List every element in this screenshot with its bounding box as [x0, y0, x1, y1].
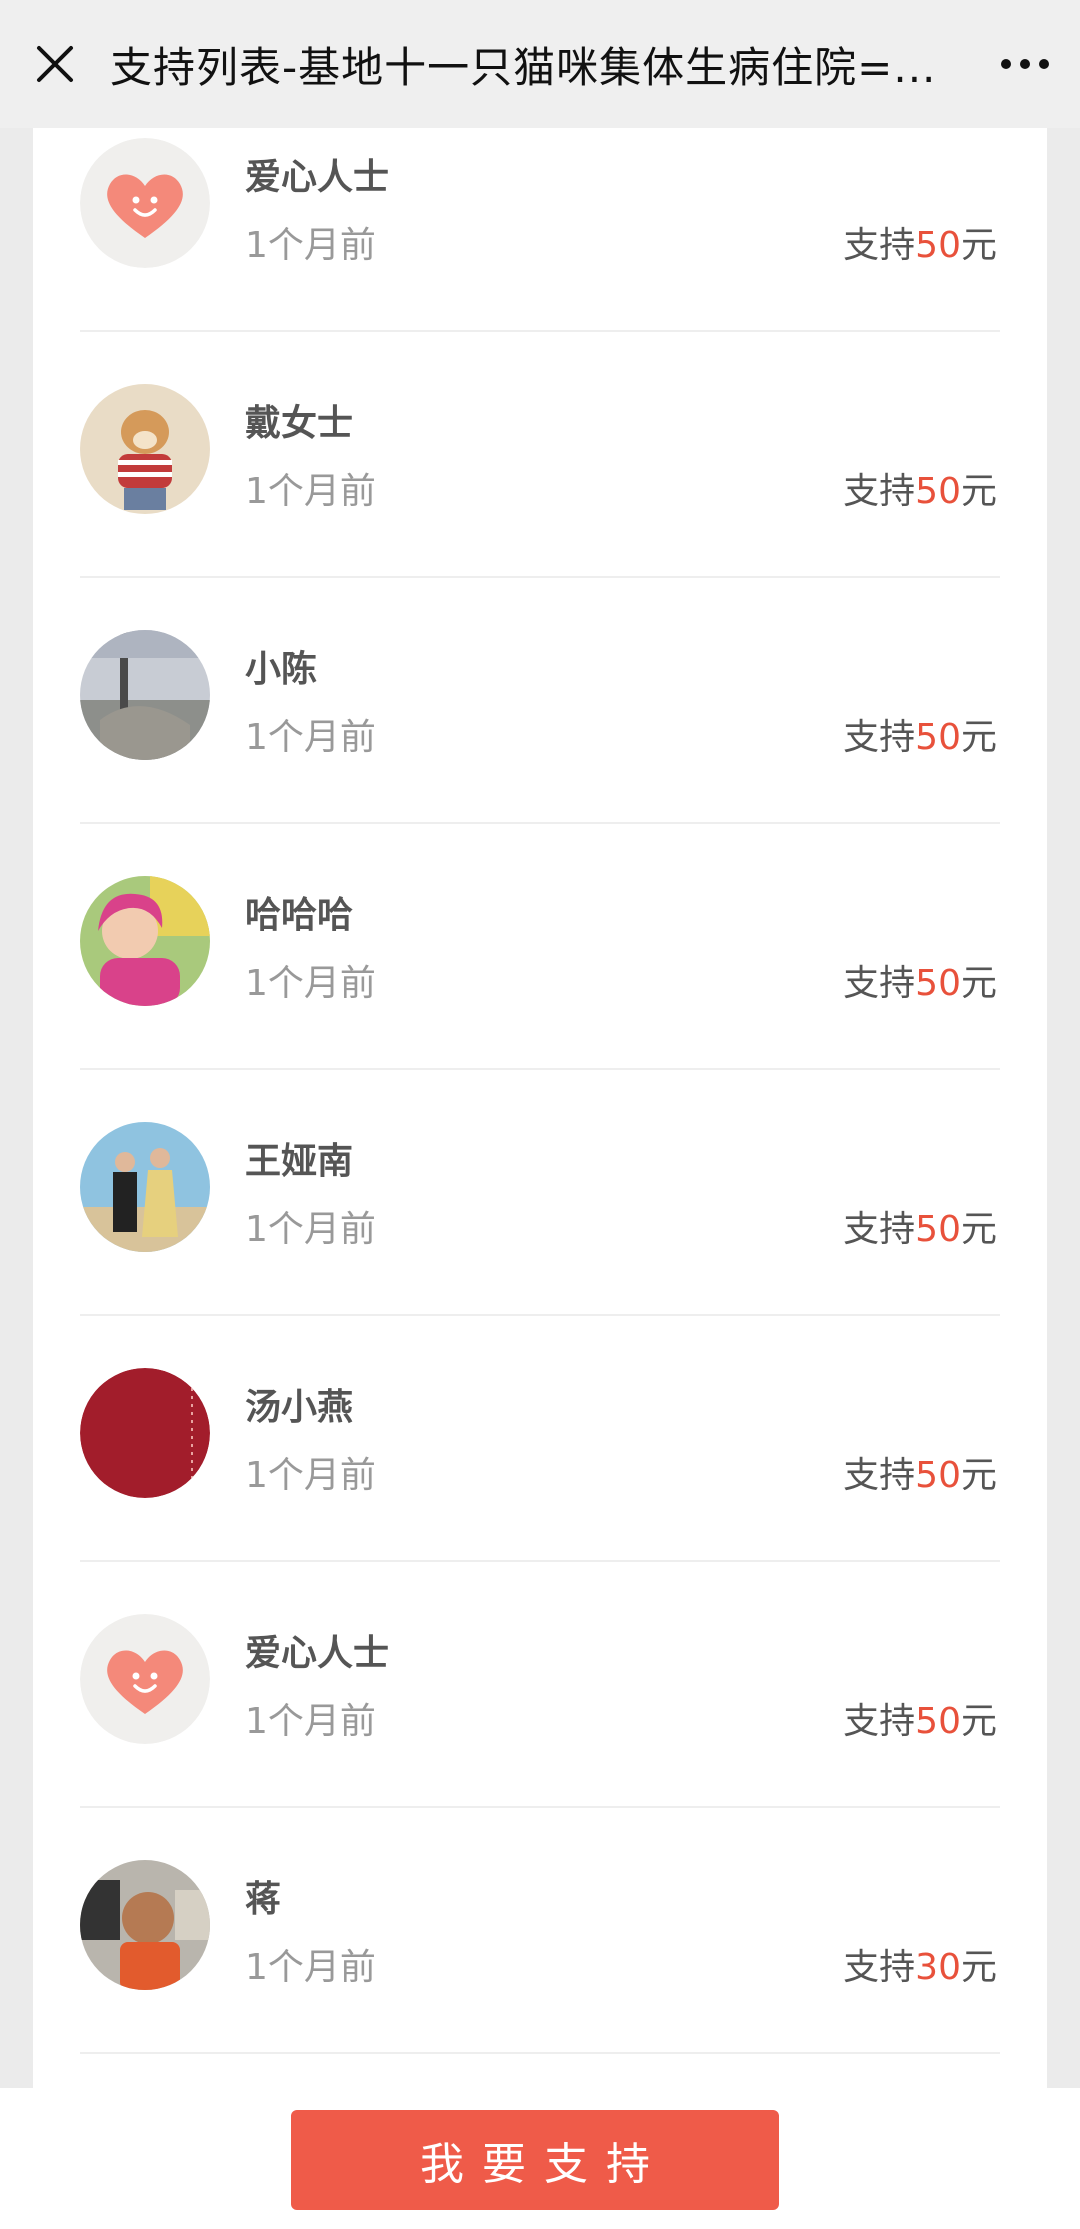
support-time: 1个月前: [245, 1455, 376, 1496]
supporter-row[interactable]: 戴女士 1个月前 支持50元: [33, 334, 1047, 578]
support-button[interactable]: 我要支持: [291, 2110, 779, 2210]
amount-unit: 元: [960, 963, 997, 1004]
supporter-name: 戴女士: [245, 403, 354, 444]
amount-value: 50: [915, 963, 961, 1004]
amount-prefix: 支持: [843, 1209, 916, 1250]
amount-unit: 元: [960, 717, 997, 758]
amount-unit: 元: [960, 1701, 997, 1742]
amount-value: 50: [915, 717, 961, 758]
support-amount: 支持50元: [843, 1446, 997, 1498]
support-time: 1个月前: [245, 717, 376, 758]
avatar: [80, 138, 210, 268]
support-amount: 支持50元: [843, 708, 997, 760]
avatar: [80, 1860, 210, 1990]
amount-prefix: 支持: [843, 717, 916, 758]
supporter-row[interactable]: 爱心人士 1个月前 支持50元: [33, 1564, 1047, 1808]
amount-unit: 元: [960, 1947, 997, 1988]
supporter-row[interactable]: 蒋 1个月前 支持30元: [33, 1810, 1047, 2054]
divider: [80, 2052, 1000, 2054]
more-dot-icon: [1020, 59, 1030, 69]
supporter-row[interactable]: 王娅南 1个月前 支持50元: [33, 1072, 1047, 1316]
support-amount: 支持50元: [843, 1692, 997, 1744]
amount-value: 50: [915, 1455, 961, 1496]
amount-value: 30: [915, 1947, 961, 1988]
support-amount: 支持50元: [843, 1200, 997, 1252]
supporter-name: 王娅南: [245, 1141, 354, 1182]
support-time: 1个月前: [245, 1701, 376, 1742]
supporter-row[interactable]: 哈哈哈 1个月前 支持50元: [33, 826, 1047, 1070]
amount-value: 50: [915, 1701, 961, 1742]
amount-prefix: 支持: [843, 1455, 916, 1496]
amount-value: 50: [915, 471, 961, 512]
support-amount: 支持50元: [843, 954, 997, 1006]
supporter-name: 哈哈哈: [245, 895, 354, 936]
divider: [80, 1806, 1000, 1808]
divider: [80, 330, 1000, 332]
supporter-row[interactable]: 汤小燕 1个月前 支持50元: [33, 1318, 1047, 1562]
support-time: 1个月前: [245, 963, 376, 1004]
amount-prefix: 支持: [843, 471, 916, 512]
avatar: [80, 630, 210, 760]
amount-prefix: 支持: [843, 1701, 916, 1742]
avatar: [80, 1614, 210, 1744]
divider: [80, 1560, 1000, 1562]
avatar: [80, 1368, 210, 1498]
amount-prefix: 支持: [843, 963, 916, 1004]
amount-prefix: 支持: [843, 225, 916, 266]
support-amount: 支持30元: [843, 1938, 997, 1990]
supporter-row[interactable]: 爱心人士 1个月前 支持50元: [33, 88, 1047, 332]
amount-unit: 元: [960, 471, 997, 512]
amount-unit: 元: [960, 1209, 997, 1250]
amount-unit: 元: [960, 225, 997, 266]
supporter-name: 小陈: [245, 649, 318, 690]
avatar: [80, 1122, 210, 1252]
close-icon: [37, 46, 73, 82]
supporter-list[interactable]: 爱心人士 1个月前 支持50元 戴女士 1个月前 支持50元 小陈 1个月前 支持50元 哈哈哈 1…: [33, 128, 1047, 2088]
amount-value: 50: [915, 225, 961, 266]
support-time: 1个月前: [245, 1209, 376, 1250]
bottom-bar: 我要支持: [0, 2088, 1080, 2229]
amount-prefix: 支持: [843, 1947, 916, 1988]
divider: [80, 1314, 1000, 1316]
supporter-name: 汤小燕: [245, 1387, 354, 1428]
more-dot-icon: [1039, 59, 1049, 69]
support-time: 1个月前: [245, 1947, 376, 1988]
amount-value: 50: [915, 1209, 961, 1250]
support-time: 1个月前: [245, 225, 376, 266]
divider: [80, 576, 1000, 578]
support-time: 1个月前: [245, 471, 376, 512]
supporter-row[interactable]: 小陈 1个月前 支持50元: [33, 580, 1047, 824]
amount-unit: 元: [960, 1455, 997, 1496]
supporter-name: 蒋: [245, 1879, 282, 1920]
page-title: 支持列表-基地十一只猫咪集体生病住院=...: [110, 42, 937, 92]
supporter-name: 爱心人士: [245, 1633, 390, 1674]
more-dot-icon: [1001, 59, 1011, 69]
support-amount: 支持50元: [843, 216, 997, 268]
supporter-name: 爱心人士: [245, 157, 390, 198]
divider: [80, 1068, 1000, 1070]
avatar: [80, 384, 210, 514]
divider: [80, 822, 1000, 824]
support-amount: 支持50元: [843, 462, 997, 514]
avatar: [80, 876, 210, 1006]
